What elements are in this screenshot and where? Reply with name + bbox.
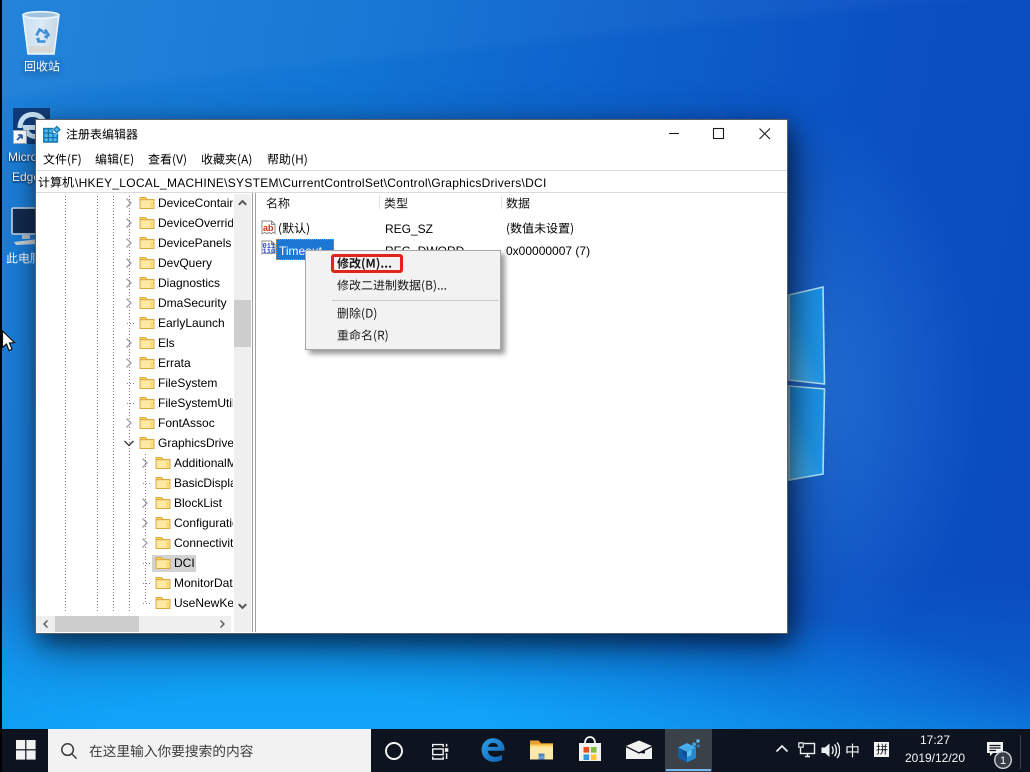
svg-text:ab: ab	[263, 223, 274, 233]
svg-text:110: 110	[263, 249, 276, 257]
svg-text:1: 1	[1000, 755, 1006, 767]
